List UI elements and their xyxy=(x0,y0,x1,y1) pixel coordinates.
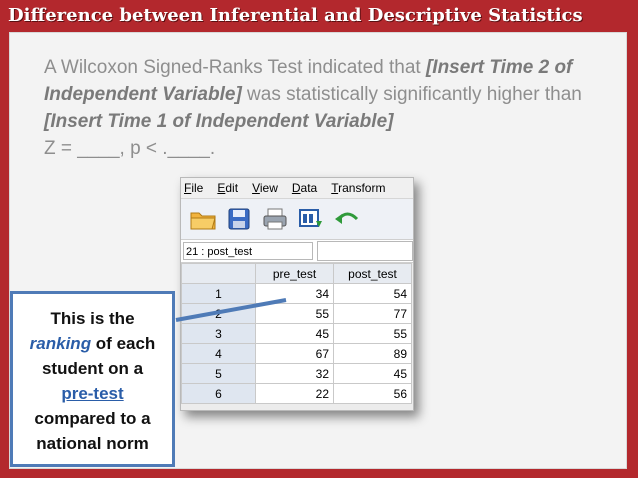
callout-box: This is the ranking of each student on a… xyxy=(10,291,175,467)
callout-line-3: student on a xyxy=(41,359,144,378)
callout-line-2: of each xyxy=(91,334,156,353)
callout-ranking: ranking xyxy=(29,334,92,353)
pre-test-link[interactable]: pre-test xyxy=(61,384,123,403)
callout-line-1: This is the xyxy=(50,309,135,328)
callout-line-5: national norm xyxy=(36,434,149,453)
callout-line-4: compared to a xyxy=(34,409,151,428)
